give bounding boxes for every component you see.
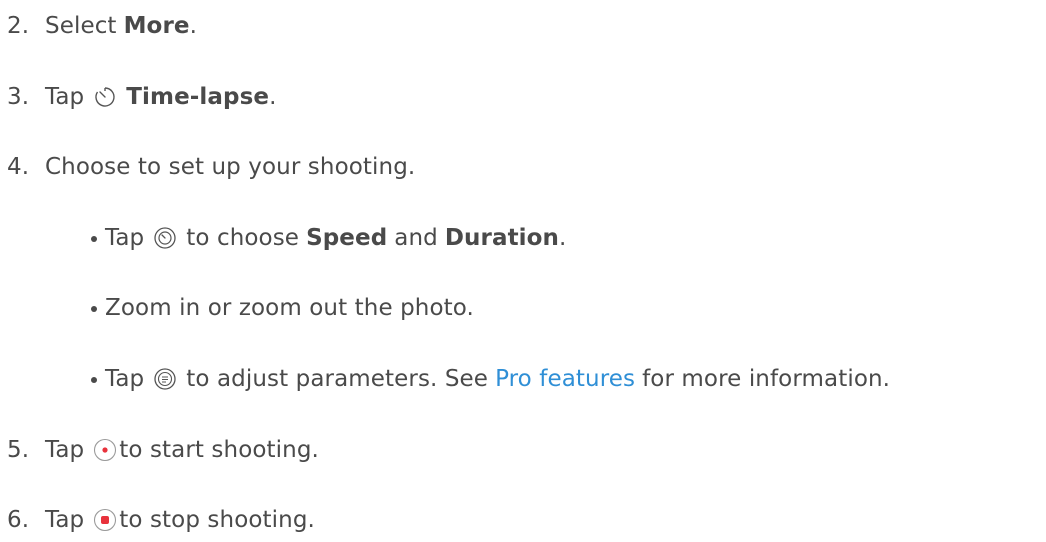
step-number: 6.	[7, 507, 30, 533]
step-5: 5. Tap to start shooting.	[7, 430, 319, 470]
record-stop-icon	[93, 508, 117, 532]
bullet-text: to adjust parameters. See	[186, 366, 489, 392]
more-label: More	[123, 13, 190, 39]
bullet-text: to choose	[186, 225, 300, 251]
bullet-speed-duration: Tap to choose Speed and Duration .	[91, 218, 566, 258]
pro-features-link[interactable]: Pro features	[495, 366, 635, 392]
bullet-text: Tap	[105, 225, 145, 251]
step-text: to start shooting.	[119, 437, 319, 463]
bullet-text: for more information.	[642, 366, 891, 392]
bullet-text: Tap	[105, 366, 145, 392]
step-6: 6. Tap to stop shooting.	[7, 500, 315, 540]
bullet-text: and	[394, 225, 438, 251]
bullet-zoom: Zoom in or zoom out the photo.	[91, 288, 474, 328]
bullet-parameters: Tap to adjust parameters. See Pro featur…	[91, 359, 890, 399]
step-punct: .	[189, 13, 198, 39]
timelapse-icon	[93, 85, 117, 109]
step-text: Tap	[45, 507, 85, 533]
step-punct: .	[269, 84, 277, 110]
speed-label: Speed	[306, 225, 388, 251]
bullet-dot	[91, 306, 97, 312]
step-text: Choose to set up your shooting.	[45, 154, 416, 180]
step-text: to stop shooting.	[119, 507, 315, 533]
time-lapse-label: Time-lapse	[126, 84, 270, 110]
parameters-icon	[153, 367, 177, 391]
step-4: 4. Choose to set up your shooting.	[7, 147, 415, 187]
step-2: 2. Select More .	[7, 6, 197, 46]
duration-label: Duration	[444, 225, 560, 251]
step-number: 3.	[7, 84, 30, 110]
instruction-list: 2. Select More . 3. Tap Time-lapse . 4. …	[0, 0, 1046, 542]
record-start-icon	[93, 438, 117, 462]
speed-dial-icon	[153, 226, 177, 250]
step-number: 5.	[7, 437, 30, 463]
bullet-dot	[91, 236, 97, 242]
step-number: 2.	[7, 13, 30, 39]
step-text: Tap	[45, 84, 85, 110]
step-3: 3. Tap Time-lapse .	[7, 77, 277, 117]
step-number: 4.	[7, 154, 30, 180]
step-text: Select	[45, 13, 117, 39]
bullet-text: Zoom in or zoom out the photo.	[105, 295, 474, 321]
bullet-punct: .	[559, 225, 567, 251]
bullet-dot	[91, 377, 97, 383]
step-text: Tap	[45, 437, 85, 463]
